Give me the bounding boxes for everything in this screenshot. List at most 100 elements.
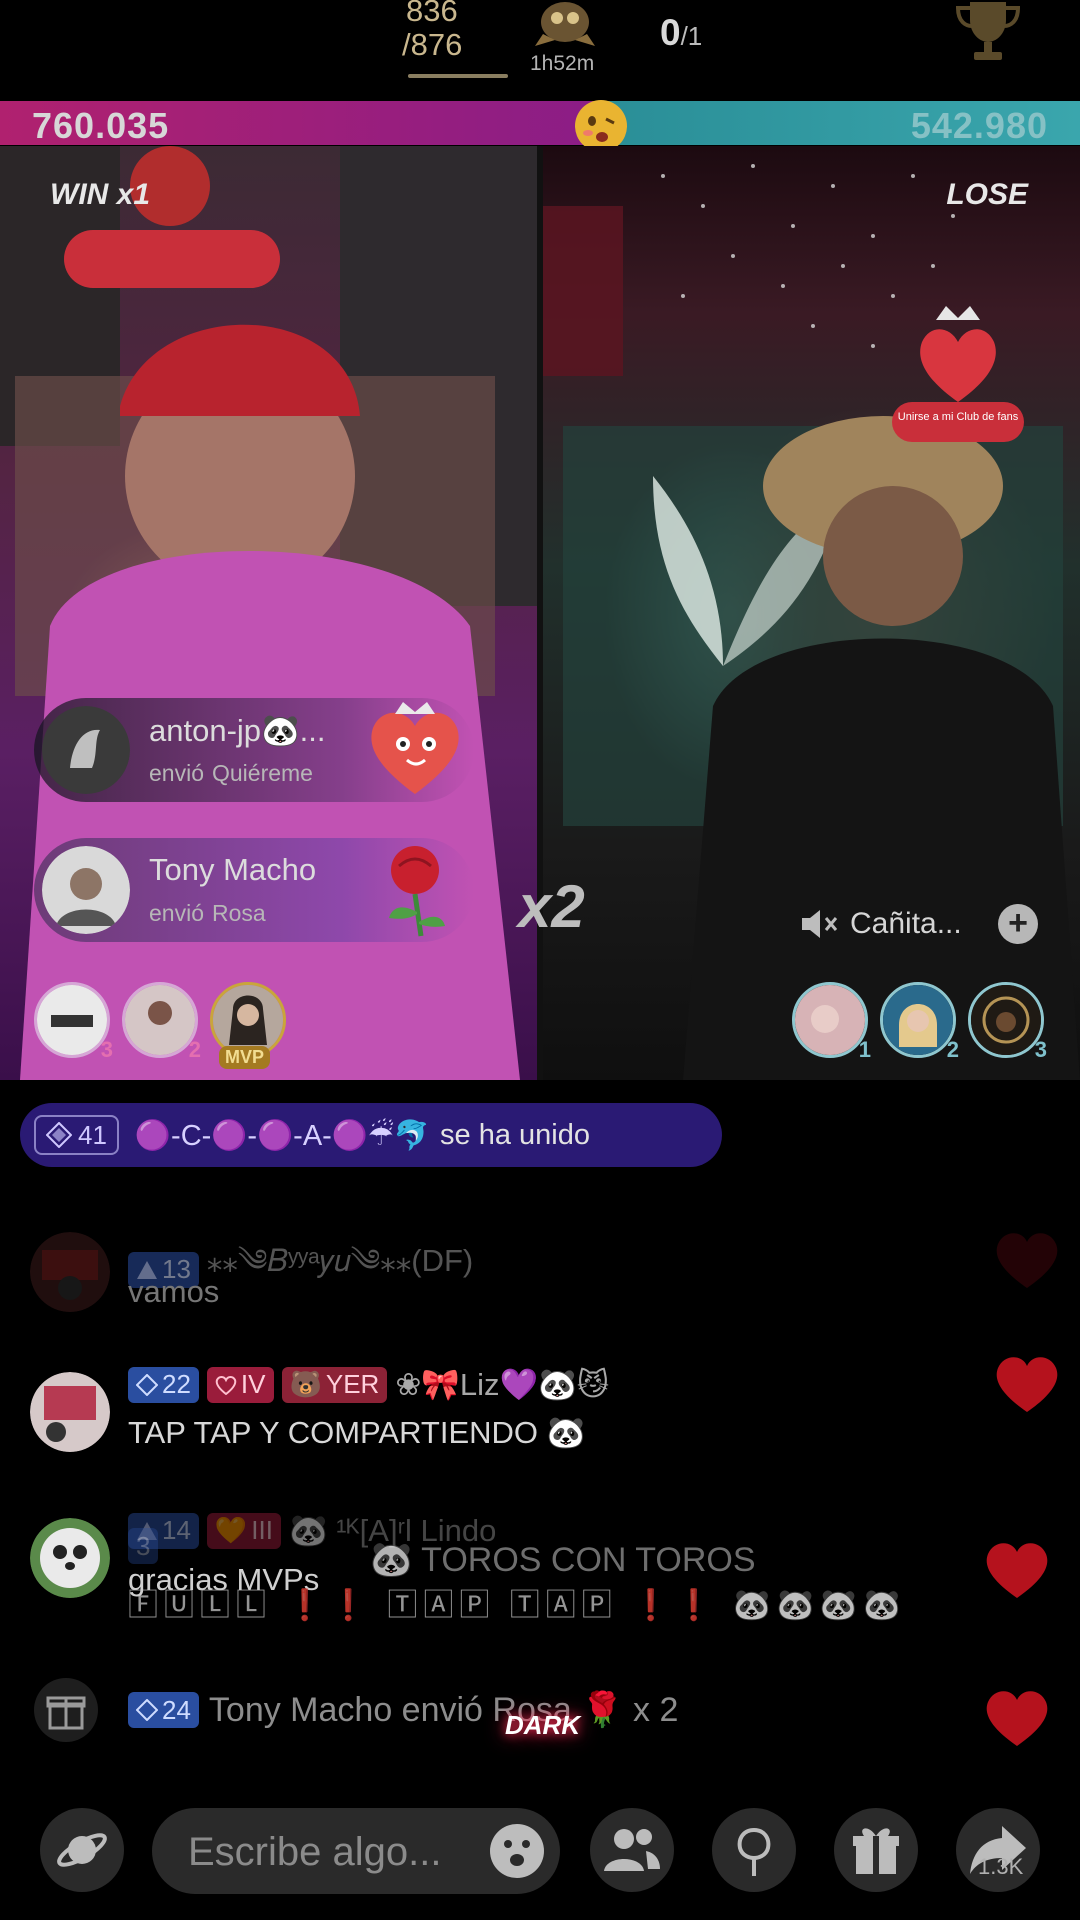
round-counter: 0/1	[660, 12, 702, 54]
gift-sender-name: Tony Macho	[149, 852, 317, 887]
opponent-name: Cañita...	[850, 907, 962, 940]
avatar[interactable]	[30, 1372, 110, 1452]
joined-user-name[interactable]: 🟣-C-🟣-🟣-A-🟣☔🐬	[135, 1118, 430, 1153]
user-joined-banner: 41 🟣-C-🟣-🟣-A-🟣☔🐬 se ha unido	[20, 1103, 722, 1167]
combo-multiplier: x2	[518, 873, 585, 940]
gifter-rank: 2	[188, 1037, 201, 1062]
heart-badge-icon	[215, 1375, 237, 1395]
comment-input[interactable]: Escribe algo...	[152, 1808, 560, 1894]
lose-label: LOSE	[946, 178, 1028, 211]
avatar[interactable]	[30, 1232, 110, 1312]
gift-sender-name: anton-jp🐼...	[149, 713, 326, 748]
gifter-avatar[interactable]: 3	[968, 982, 1047, 1062]
explore-button[interactable]	[40, 1808, 124, 1892]
avatar	[37, 985, 107, 1055]
battle-score-total: /876	[402, 27, 463, 62]
gifter-rank: 1	[858, 1037, 871, 1062]
fan-club-badge: 🧡 III	[206, 1512, 281, 1549]
level-number: 24	[162, 1694, 191, 1725]
fan-club-label: Unirse a mi Club de fans	[898, 411, 1019, 423]
level-number: 3	[136, 1530, 151, 1561]
level-number: 14	[162, 1515, 191, 1545]
gifter-avatar[interactable]: 2	[880, 982, 959, 1062]
emoji-icon[interactable]	[488, 1822, 546, 1880]
chat-message[interactable]: 22 IV 🐻 YER ❀🎀Liz💜🐼😼 TAP TAP Y COMPARTIE…	[30, 1366, 1040, 1466]
diamond-level-icon	[136, 1699, 158, 1721]
level-badge: 24	[128, 1692, 199, 1728]
chat-message[interactable]: 13 ⁎⁎༄𝐵ʸʸᵃ𝑦𝑢༄⁎⁎(DF) vamos	[30, 1226, 1040, 1326]
avatar[interactable]	[42, 706, 130, 794]
level-number: 22	[162, 1369, 191, 1399]
gift-sent-label: envió	[149, 900, 204, 926]
people-icon	[604, 1829, 660, 1871]
level-number: 41	[78, 1119, 107, 1150]
gift-name: Rosa	[211, 900, 266, 926]
gift-name: Quiéreme	[211, 760, 313, 786]
speaker-muted-icon	[802, 910, 838, 938]
gift-notification[interactable]: Tony Macho envió Rosa	[34, 838, 474, 942]
joined-text: se ha unido	[440, 1118, 591, 1151]
mvp-badge: MVP	[219, 1046, 271, 1069]
gift-sent-label: envió	[149, 760, 204, 786]
fan-club-level: IV	[240, 1369, 266, 1399]
message-text: TAP TAP Y COMPARTIENDO 🐼	[128, 1415, 586, 1450]
avatar[interactable]	[42, 846, 130, 934]
right-points: 542.980	[910, 105, 1048, 146]
level-badge: 22	[128, 1366, 199, 1403]
gifter-rank: 3	[100, 1037, 113, 1062]
avatar	[795, 985, 865, 1055]
message-text: vamos	[128, 1274, 220, 1309]
left-points: 760.035	[32, 105, 170, 146]
heart-icon	[996, 1233, 1058, 1288]
sender-name[interactable]: ❀🎀Liz💜🐼😼	[395, 1366, 609, 1403]
heart-icon[interactable]	[992, 1352, 1062, 1416]
gifter-rank: 3	[1034, 1037, 1047, 1062]
sender-name[interactable]: ⁎⁎༄𝐵ʸʸᵃ𝑦𝑢༄⁎⁎(DF)	[207, 1226, 473, 1313]
overlapping-level-badge: 3	[128, 1528, 159, 1564]
battle-score-bar: 760.035 542.980	[0, 100, 1080, 152]
message-header: 22 IV 🐻 YER ❀🎀Liz💜🐼😼	[128, 1366, 609, 1403]
avatar	[125, 985, 195, 1055]
gift-button[interactable]	[834, 1808, 918, 1892]
rose-gift-button[interactable]	[712, 1808, 796, 1892]
fan-club-badge-right[interactable]: Unirse a mi Club de fans	[888, 306, 1028, 456]
fan-club-badge: IV	[206, 1366, 274, 1403]
gifter-avatar-mvp[interactable]: MVP	[210, 982, 286, 1069]
avatar	[971, 985, 1041, 1055]
gift-message-text: Tony Macho envió Rosa 🌹 x 2	[208, 1691, 679, 1729]
planet-icon	[57, 1833, 107, 1867]
rose-outline-icon	[737, 1827, 771, 1876]
fan-club-level: III	[251, 1515, 273, 1545]
win-label: WIN x1	[50, 178, 151, 211]
heart-badge-icon: 🧡	[214, 1515, 248, 1545]
diamond-level-icon	[136, 1373, 158, 1396]
guests-button[interactable]	[590, 1808, 674, 1892]
trophy-icon[interactable]	[948, 0, 1028, 62]
gifter-avatar[interactable]: 2	[122, 982, 201, 1062]
overlapping-sender-name: 🐼 TOROS CON TOROS	[370, 1541, 756, 1579]
follow-opponent-button[interactable]: +	[998, 904, 1038, 944]
gift-message-content: 24 Tony Macho envió Rosa 🌹 x 2	[128, 1690, 678, 1730]
gifter-rank: 2	[946, 1037, 959, 1062]
heart-mascot-icon	[371, 702, 459, 794]
avatar[interactable]	[30, 1518, 110, 1598]
round-value: 0	[660, 12, 681, 53]
gifter-avatar[interactable]: 1	[792, 982, 871, 1062]
battle-timer: 1h52m	[530, 52, 595, 75]
fan-club-badge-left[interactable]	[60, 146, 284, 296]
team-badge-text: YER	[325, 1369, 380, 1399]
gift-notification[interactable]: anton-jp🐼... envió Quiéreme	[34, 698, 474, 802]
avatar	[213, 985, 283, 1055]
host-video-left[interactable]: WIN x1 anton-jp🐼... envió Quiéreme Tony M…	[0, 146, 537, 1080]
owl-icon	[535, 2, 595, 46]
gifter-avatar[interactable]: 3	[34, 982, 113, 1062]
level-badge: 41	[34, 1115, 119, 1155]
heart-icon[interactable]	[982, 1686, 1052, 1750]
bear-icon: 🐻	[289, 1369, 322, 1399]
heart-icon[interactable]	[982, 1538, 1052, 1602]
opponent-audio-toggle[interactable]: Cañita...	[800, 906, 962, 942]
battle-score-current: 836	[406, 0, 458, 28]
gift-icon	[853, 1828, 899, 1874]
share-count: 1.3K	[978, 1854, 1024, 1879]
gift-box-icon	[34, 1678, 98, 1742]
